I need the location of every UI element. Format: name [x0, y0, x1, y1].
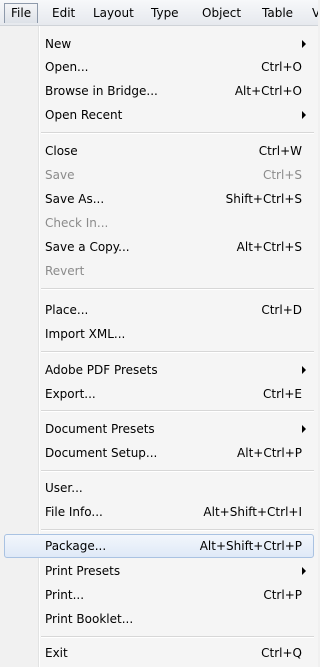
menu-object[interactable]: Object	[196, 5, 247, 21]
menu-item-save-as[interactable]: Save As... Shift+Ctrl+S	[4, 189, 314, 209]
menu-item-label: Print Presets	[45, 564, 121, 578]
submenu-arrow-icon	[302, 425, 306, 433]
menu-item-open-recent[interactable]: Open Recent	[4, 105, 314, 125]
submenu-arrow-icon	[302, 366, 306, 374]
menu-item-shortcut: Alt+Ctrl+O	[234, 84, 302, 98]
menu-item-new[interactable]: New	[4, 34, 314, 54]
menu-item-label: Place...	[45, 303, 89, 317]
menu-item-label: Print Booklet...	[45, 612, 134, 626]
menu-item-shortcut: Ctrl+W	[258, 144, 302, 158]
menu-item-label: Export...	[45, 387, 96, 401]
menu-type[interactable]: Type	[145, 5, 185, 21]
menu-item-shortcut: Alt+Shift+Ctrl+I	[203, 505, 302, 519]
menu-item-shortcut: Ctrl+P	[263, 588, 302, 602]
menu-item-label: Import XML...	[45, 327, 126, 341]
menu-item-label: Close	[45, 144, 78, 158]
menu-item-shortcut: Ctrl+E	[263, 387, 302, 401]
menu-item-place[interactable]: Place... Ctrl+D	[4, 300, 314, 320]
menu-item-shortcut: Ctrl+Q	[261, 646, 302, 660]
menu-separator	[41, 529, 314, 531]
menu-item-save[interactable]: Save Ctrl+S	[4, 165, 314, 185]
menu-item-shortcut: Ctrl+S	[262, 168, 302, 182]
menu-item-label: Browse in Bridge...	[45, 84, 158, 98]
menu-item-document-presets[interactable]: Document Presets	[4, 419, 314, 439]
menu-file[interactable]: File	[4, 3, 39, 23]
menu-item-label: Check In...	[45, 216, 109, 230]
menu-item-exit[interactable]: Exit Ctrl+Q	[4, 643, 314, 663]
menu-item-package[interactable]: Package... Alt+Shift+Ctrl+P	[4, 534, 314, 558]
menu-item-open[interactable]: Open... Ctrl+O	[4, 57, 314, 77]
menu-item-label: Package...	[45, 539, 107, 553]
menu-view[interactable]: V	[306, 5, 318, 21]
menu-item-close[interactable]: Close Ctrl+W	[4, 141, 314, 161]
menu-item-export[interactable]: Export... Ctrl+E	[4, 384, 314, 404]
menu-item-label: New	[45, 37, 72, 51]
menu-item-label: Open Recent	[45, 108, 123, 122]
menu-item-shortcut: Alt+Shift+Ctrl+P	[199, 539, 302, 553]
menu-separator	[41, 351, 314, 353]
menu-item-label: Save	[45, 168, 75, 182]
menu-item-import-xml[interactable]: Import XML...	[4, 324, 314, 344]
menu-item-shortcut: Ctrl+O	[261, 60, 302, 74]
menu-item-label: File Info...	[45, 505, 103, 519]
menu-separator	[41, 470, 314, 472]
menu-item-document-setup[interactable]: Document Setup... Alt+Ctrl+P	[4, 443, 314, 463]
file-menu-dropdown: New Open... Ctrl+O Browse in Bridge... A…	[0, 25, 318, 667]
menu-item-label: Open...	[45, 60, 89, 74]
menu-item-label: Exit	[45, 646, 68, 660]
menu-item-print[interactable]: Print... Ctrl+P	[4, 585, 314, 605]
menu-item-label: Save As...	[45, 192, 105, 206]
menu-item-label: User...	[45, 481, 83, 495]
menu-edit[interactable]: Edit	[46, 5, 81, 21]
menu-item-shortcut: Shift+Ctrl+S	[225, 192, 302, 206]
menu-item-check-in[interactable]: Check In...	[4, 213, 314, 233]
menu-bar: File Edit Layout Type Object Table V	[0, 0, 318, 26]
menu-item-adobe-pdf-presets[interactable]: Adobe PDF Presets	[4, 360, 314, 380]
menu-separator	[41, 410, 314, 412]
menu-item-print-booklet[interactable]: Print Booklet...	[4, 609, 314, 629]
menu-item-revert[interactable]: Revert	[4, 261, 314, 281]
menu-item-label: Save a Copy...	[45, 240, 130, 254]
menu-separator	[41, 288, 314, 290]
menu-separator	[41, 132, 314, 134]
menu-separator	[41, 636, 314, 638]
menu-item-label: Print...	[45, 588, 85, 602]
menu-table[interactable]: Table	[256, 5, 299, 21]
submenu-arrow-icon	[302, 40, 306, 48]
menu-item-shortcut: Ctrl+D	[261, 303, 302, 317]
menu-item-label: Document Setup...	[45, 446, 158, 460]
menu-item-file-info[interactable]: File Info... Alt+Shift+Ctrl+I	[4, 502, 314, 522]
submenu-arrow-icon	[302, 567, 306, 575]
menu-item-label: Adobe PDF Presets	[45, 363, 158, 377]
menu-item-shortcut: Alt+Ctrl+S	[236, 240, 302, 254]
menu-item-user[interactable]: User...	[4, 478, 314, 498]
menu-layout[interactable]: Layout	[87, 5, 140, 21]
menu-item-label: Revert	[45, 264, 85, 278]
menu-item-print-presets[interactable]: Print Presets	[4, 561, 314, 581]
menu-item-shortcut: Alt+Ctrl+P	[237, 446, 302, 460]
menu-item-save-a-copy[interactable]: Save a Copy... Alt+Ctrl+S	[4, 237, 314, 257]
menu-item-browse-in-bridge[interactable]: Browse in Bridge... Alt+Ctrl+O	[4, 81, 314, 101]
menu-item-label: Document Presets	[45, 422, 155, 436]
submenu-arrow-icon	[302, 111, 306, 119]
